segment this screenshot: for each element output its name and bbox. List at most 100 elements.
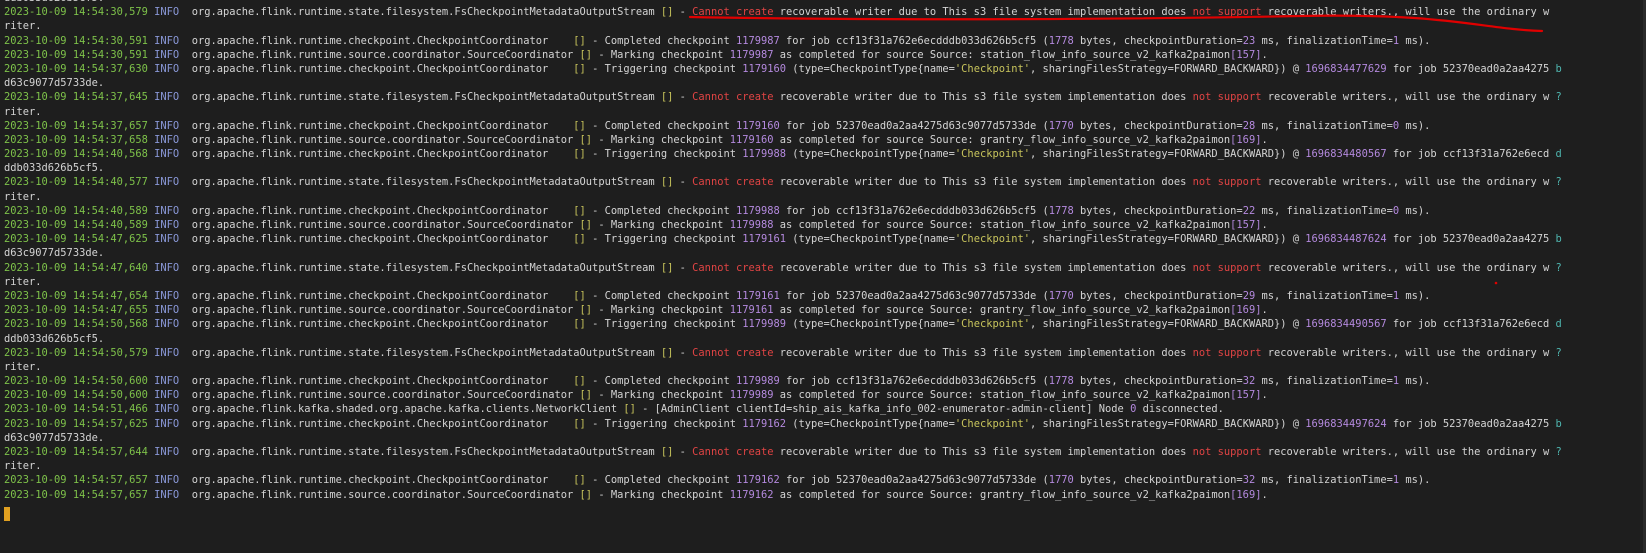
log-segment: [157] (1230, 48, 1262, 61)
log-segment: 22 (1242, 204, 1256, 217)
cursor-line (4, 507, 10, 521)
log-segment: org.apache.flink.runtime.checkpoint.Chec… (185, 204, 574, 217)
log-segment: [] (660, 446, 674, 458)
log-segment: org.apache.flink.kafka.shaded.org.apache… (185, 403, 624, 416)
log-segment: 2023-10-09 14:54:37,645 (4, 91, 148, 104)
log-segment: 28 (1242, 119, 1256, 132)
terminal-output[interactable]: ddb033d626b5cf5. 2023-10-09 14:54:30,579 … (4, 0, 1642, 502)
log-segment: - Completed checkpoint (585, 289, 736, 302)
log-segment: 'Checkpoint' (954, 318, 1030, 331)
log-segment: Cannot create (692, 176, 774, 189)
log-segment: 2023-10-09 14:54:40,568 (4, 148, 148, 161)
log-segment: [169] (1230, 488, 1262, 501)
log-segment: 1179161 (735, 289, 780, 302)
log-segment: [157] (1230, 389, 1262, 402)
log-segment: - Triggering checkpoint (585, 318, 743, 331)
log-segment: - (673, 176, 693, 189)
log-segment: [] (573, 474, 586, 487)
log-segment: [] (579, 219, 593, 231)
log-line: 2023-10-09 14:54:30,591 INFO org.apache.… (4, 48, 1642, 62)
log-segment: - Triggering checkpoint (585, 417, 743, 430)
log-segment: 2023-10-09 14:54:37,630 (4, 62, 148, 75)
log-line: 2023-10-09 14:54:50,600 INFO org.apache.… (4, 374, 1642, 388)
log-segment: - Triggering checkpoint (585, 148, 743, 161)
log-segment: (type=CheckpointType{name= (786, 318, 955, 331)
log-segment: bytes, checkpointDuration= (1073, 375, 1243, 388)
log-segment: ms, finalizationTime= (1255, 474, 1393, 487)
log-segment: - Marking checkpoint (592, 219, 730, 231)
log-segment: 1696834497624 (1305, 417, 1387, 430)
log-segment: , sharingFilesStrategy=FORWARD_BACKWARD}… (1030, 318, 1306, 331)
log-segment: , sharingFilesStrategy=FORWARD_BACKWARD}… (1030, 233, 1306, 246)
log-segment: as completed for source Source: station_… (773, 219, 1231, 231)
log-segment: 2023-10-09 14:54:30,579 (4, 6, 148, 19)
log-segment: INFO (147, 417, 186, 430)
log-segment: 1179988 (742, 148, 787, 161)
log-segment: 2023-10-09 14:54:47,625 (4, 233, 148, 246)
log-segment: INFO (147, 474, 186, 487)
log-segment: ? (1555, 346, 1562, 359)
log-segment: - (673, 446, 693, 458)
log-segment: b (1555, 417, 1562, 430)
log-segment: 1770 (1048, 119, 1074, 132)
log-segment: 2023-10-09 14:54:51,466 (4, 403, 148, 416)
log-segment: 2023-10-09 14:54:57,657 (4, 488, 148, 501)
log-line: riter. (4, 459, 1642, 473)
log-segment: INFO (147, 488, 186, 501)
log-segment: - Marking checkpoint (592, 133, 730, 146)
log-segment: Cannot create (692, 446, 774, 458)
log-line: ddb033d626b5cf5. (4, 161, 1642, 175)
log-segment: 2023-10-09 14:54:40,589 (4, 204, 148, 217)
log-segment: ddb033d626b5cf5. (4, 332, 105, 345)
log-segment: [] (573, 204, 586, 217)
log-segment: 2023-10-09 14:54:50,600 (4, 375, 148, 388)
log-segment: - Marking checkpoint (592, 488, 730, 501)
log-segment: (type=CheckpointType{name= (786, 62, 955, 75)
log-segment: INFO (147, 91, 186, 104)
log-segment: for job 52370ead0a2aa4275 (1386, 417, 1556, 430)
log-segment: ms). (1399, 289, 1431, 302)
log-segment: ms, finalizationTime= (1255, 204, 1393, 217)
log-segment: org.apache.flink.runtime.checkpoint.Chec… (185, 417, 574, 430)
log-segment: org.apache.flink.runtime.checkpoint.Chec… (185, 148, 574, 161)
log-segment: recoverable writers., will use the ordin… (1261, 446, 1556, 458)
log-segment: bytes, checkpointDuration= (1073, 204, 1243, 217)
log-segment: [] (660, 261, 674, 274)
log-segment: . (1261, 488, 1268, 501)
log-segment: 1179987 (729, 48, 774, 61)
log-segment: INFO (147, 133, 186, 146)
log-segment: recoverable writer due to This s3 file s… (773, 446, 1193, 458)
log-line: ddb033d626b5cf5. (4, 332, 1642, 346)
log-segment: ms). (1399, 204, 1431, 217)
log-segment: [169] (1230, 304, 1262, 317)
log-segment: . (1261, 133, 1268, 146)
log-segment: not support (1192, 91, 1262, 104)
log-segment: for job ccf13f31a762e6ecdddb033d626b5cf5… (779, 375, 1049, 388)
log-segment: disconnected. (1136, 403, 1224, 416)
log-segment: [] (579, 389, 593, 402)
log-segment: org.apache.flink.runtime.source.coordina… (185, 48, 580, 61)
log-segment: INFO (147, 375, 186, 388)
log-segment: ms, finalizationTime= (1255, 289, 1393, 302)
log-segment: INFO (147, 446, 186, 458)
log-segment: [] (573, 375, 586, 388)
log-segment: 2023-10-09 14:54:47,654 (4, 289, 148, 302)
log-segment: bytes, checkpointDuration= (1073, 289, 1243, 302)
log-segment: 1179161 (729, 304, 774, 317)
log-segment: [] (573, 148, 586, 161)
log-segment: - Marking checkpoint (592, 48, 730, 61)
log-segment: 1179160 (742, 62, 787, 75)
log-line: 2023-10-09 14:54:30,579 INFO org.apache.… (4, 5, 1642, 19)
log-segment: INFO (147, 62, 186, 75)
log-segment: for job 52370ead0a2aa4275d63c9077d5733de… (779, 474, 1049, 487)
log-segment: for job 52370ead0a2aa4275 (1386, 233, 1556, 246)
log-segment: org.apache.flink.runtime.state.filesyste… (185, 446, 661, 458)
log-segment: org.apache.flink.runtime.source.coordina… (185, 488, 580, 501)
log-segment: bytes, checkpointDuration= (1073, 119, 1243, 132)
log-segment: INFO (147, 389, 186, 402)
log-segment: riter. (4, 275, 42, 288)
log-segment: org.apache.flink.runtime.checkpoint.Chec… (185, 119, 574, 132)
log-segment: ? (1555, 91, 1562, 104)
log-segment: 2023-10-09 14:54:37,657 (4, 119, 148, 132)
log-segment: 'Checkpoint' (954, 62, 1030, 75)
